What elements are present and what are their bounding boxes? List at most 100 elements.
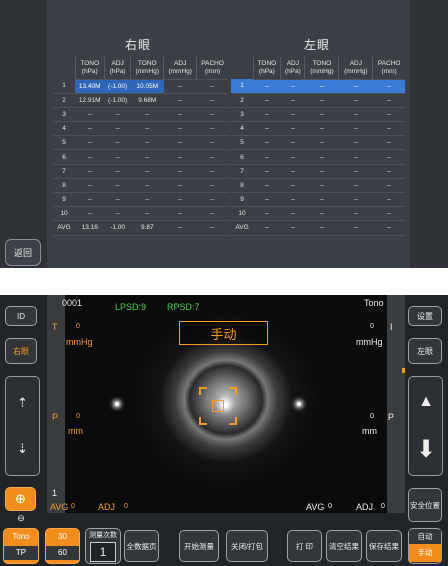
left-eye-button[interactable]: 左眼 <box>408 338 442 364</box>
table-cell: -- <box>338 192 373 208</box>
table-row[interactable]: 6 -- -- -- -- -- <box>53 149 228 165</box>
table-row[interactable]: 9 -- -- -- -- -- <box>53 192 228 208</box>
table-cell: -- <box>75 178 105 194</box>
left-eye-title: 左眼 <box>304 38 331 52</box>
chinrest-up-icon[interactable]: ⇡ <box>8 383 37 423</box>
avg-left-value: 0 <box>71 503 75 510</box>
measure-count-readout: 1 <box>52 488 58 498</box>
measure-count-field[interactable]: 测量次数 1 <box>85 528 121 564</box>
table-row[interactable]: 3 -- -- -- -- -- <box>53 107 228 123</box>
back-button[interactable]: 返回 <box>5 239 41 266</box>
move-down-icon[interactable]: ⬇ <box>412 427 440 471</box>
table-row[interactable]: 2 12.91M (-1.00) 9.68M -- -- <box>53 93 228 108</box>
table-cell: -- <box>304 93 339 108</box>
move-up-icon[interactable]: ▲ <box>412 383 440 421</box>
t-label: T <box>52 322 58 332</box>
right-eye-button[interactable]: 右眼 <box>5 338 37 364</box>
table-cell: -- <box>280 121 305 137</box>
left-eye-table: TONO (hPa) ADJ (hPa) TONO (mmHg) ADJ (mmHg) PACH… <box>231 57 405 236</box>
right-reflection <box>297 402 301 406</box>
table-cell: -- <box>372 107 405 123</box>
row-index: 8 <box>53 178 75 194</box>
row-index: 8 <box>231 178 253 194</box>
table-row[interactable]: 5 -- -- -- -- -- <box>231 135 405 151</box>
table-cell: -- <box>163 121 197 137</box>
table-row[interactable]: 7 -- -- -- -- -- <box>53 164 228 179</box>
t-value: 0 <box>76 323 80 330</box>
table-cell: -- <box>304 178 339 194</box>
row-index: 6 <box>231 149 253 165</box>
row-index: 7 <box>231 164 253 179</box>
table-cell: -- <box>304 149 339 165</box>
table-cell: -- <box>253 107 281 123</box>
safety-position-button[interactable]: 安全位置 <box>408 488 442 522</box>
settings-button[interactable]: 设置 <box>408 306 442 326</box>
table-row[interactable]: 10 -- -- -- -- -- <box>53 206 228 222</box>
table-row[interactable]: 5 -- -- -- -- -- <box>53 135 228 151</box>
table-cell: -- <box>163 79 197 94</box>
toggle-button[interactable]: 关闭/打包 <box>226 530 268 562</box>
corner-cell <box>231 57 253 79</box>
table-cell: -- <box>196 79 228 94</box>
table-cell: -- <box>196 178 228 194</box>
tono-option: Tono <box>12 532 30 541</box>
table-row[interactable]: 7 -- -- -- -- -- <box>231 164 405 179</box>
table-row[interactable]: 1 -- -- -- -- -- <box>231 79 405 94</box>
row-index: 6 <box>53 149 75 165</box>
table-row[interactable]: 8 -- -- -- -- -- <box>231 178 405 194</box>
table-cell: -- <box>75 121 105 137</box>
table-row[interactable]: 9 -- -- -- -- -- <box>231 192 405 208</box>
table-row[interactable]: AVG 13.16 -1.00 9.87 -- -- <box>53 220 228 236</box>
p-right-label: P <box>388 412 395 422</box>
table-row[interactable]: AVG -- -- -- -- -- <box>231 220 405 236</box>
table-row[interactable]: 6 -- -- -- -- -- <box>231 149 405 165</box>
table-cell: -1.00 <box>104 220 131 236</box>
table-row[interactable]: 3 -- -- -- -- -- <box>231 107 405 123</box>
row-index: 2 <box>53 93 75 108</box>
column-header: ADJ (hPa) <box>280 57 305 80</box>
table-row[interactable]: 4 -- -- -- -- -- <box>231 121 405 137</box>
table-row[interactable]: 1 13.40M (-1.00) 10.05M -- -- <box>53 79 228 94</box>
row-index: 10 <box>53 206 75 222</box>
table-row[interactable]: 2 -- -- -- -- -- <box>231 93 405 108</box>
zoom-out-icon[interactable]: ⊖ <box>12 513 30 523</box>
table-cell: -- <box>163 93 197 108</box>
id-button[interactable]: ID <box>5 306 37 326</box>
table-cell: -- <box>338 79 373 94</box>
table-cell: 13.40M <box>75 79 105 94</box>
all-data-button[interactable]: 全数据页 <box>124 530 159 562</box>
row-index: 1 <box>231 79 253 94</box>
patient-number: 0001 <box>62 298 83 308</box>
table-cell: -- <box>163 135 197 151</box>
chinrest-down-icon[interactable]: ⇣ <box>8 429 37 469</box>
table-cell: -- <box>280 149 305 165</box>
start-measure-button[interactable]: 开始测量 <box>179 530 219 562</box>
table-cell: -- <box>280 79 305 94</box>
clear-results-button[interactable]: 清空结果 <box>326 530 362 562</box>
unit-mm-right: mm <box>362 426 377 436</box>
measure-count-value[interactable]: 1 <box>90 542 116 562</box>
table-cell: -- <box>338 149 373 165</box>
table-cell: -- <box>304 164 339 179</box>
table-row[interactable]: 10 -- -- -- -- -- <box>231 206 405 222</box>
zoom-in-icon[interactable]: ⊕ <box>5 487 36 511</box>
save-results-button[interactable]: 保存结果 <box>366 530 402 562</box>
table-row[interactable]: 8 -- -- -- -- -- <box>53 178 228 194</box>
corner-cell <box>53 57 75 79</box>
table-cell: -- <box>196 107 228 123</box>
table-cell: 13.16 <box>75 220 105 236</box>
table-cell: -- <box>280 178 305 194</box>
table-cell: -- <box>253 121 281 137</box>
table-row[interactable]: 4 -- -- -- -- -- <box>53 121 228 137</box>
tono-tp-toggle[interactable]: Tono TP <box>3 528 39 564</box>
option-60: 60 <box>46 546 79 560</box>
table-cell: -- <box>304 220 339 236</box>
table-cell: -- <box>253 192 281 208</box>
air-puff-toggle[interactable]: 30 60 <box>45 528 80 564</box>
column-header: ADJ (mmHg) <box>163 57 197 80</box>
table-cell: -- <box>104 178 131 194</box>
auto-manual-toggle[interactable]: 自动 手动 <box>408 528 442 564</box>
column-header: PACHO (mm) <box>372 57 405 80</box>
print-button[interactable]: 打 印 <box>287 530 322 562</box>
table-cell: -- <box>253 79 281 94</box>
